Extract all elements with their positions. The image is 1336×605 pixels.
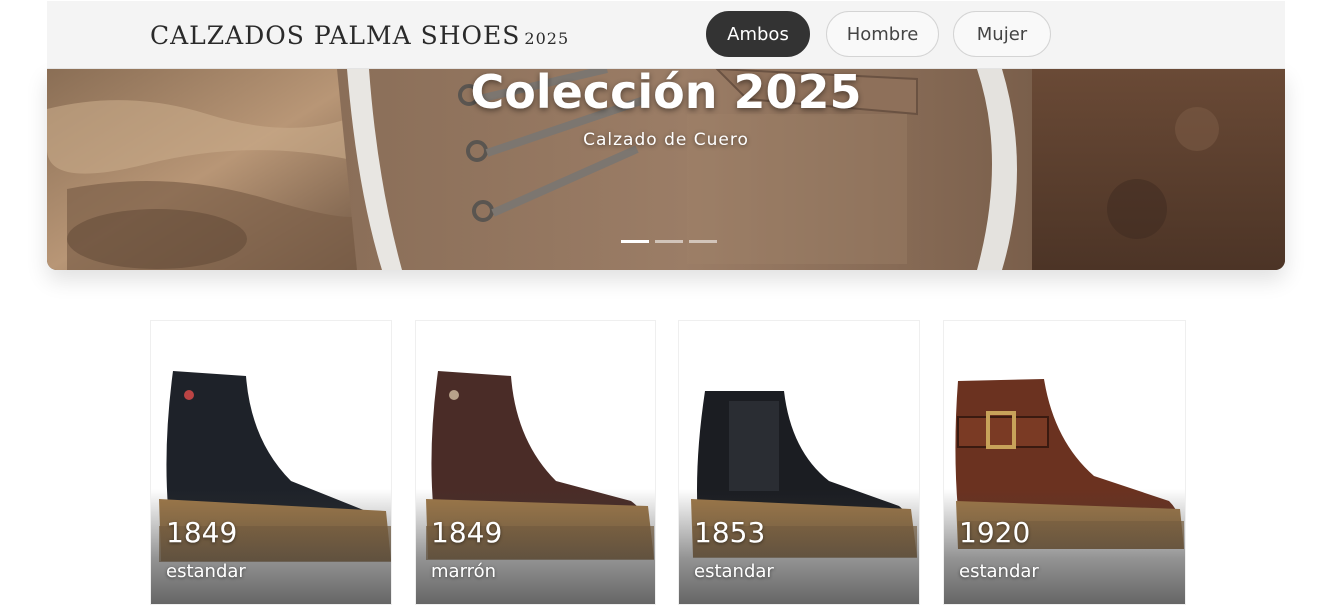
carousel-dot-1[interactable] <box>621 240 649 243</box>
product-color: estandar <box>959 561 1039 582</box>
product-color: estandar <box>166 561 246 582</box>
product-code: 1853 <box>694 516 766 549</box>
carousel-dot-3[interactable] <box>689 240 717 243</box>
filter-ambos-label: Ambos <box>727 23 789 45</box>
filter-mujer-label: Mujer <box>976 23 1028 45</box>
product-card[interactable]: 1853 estandar <box>678 320 920 605</box>
filter-ambos-button[interactable]: Ambos <box>706 11 810 57</box>
product-code: 1849 <box>166 516 238 549</box>
product-code: 1849 <box>431 516 503 549</box>
brand-name: CALZADOS PALMA SHOES <box>150 21 521 50</box>
site-header: CALZADOS PALMA SHOES 2025 Ambos Hombre Mu… <box>47 1 1285 69</box>
product-card[interactable]: 1849 estandar <box>150 320 392 605</box>
brand-logo[interactable]: CALZADOS PALMA SHOES 2025 <box>150 21 569 50</box>
filter-hombre-button[interactable]: Hombre <box>826 11 939 57</box>
product-card[interactable]: 1849 marrón <box>415 320 656 605</box>
hero-title: Colección 2025 <box>470 69 862 119</box>
filter-hombre-label: Hombre <box>846 23 919 45</box>
product-color: marrón <box>431 561 497 582</box>
hero-subtitle: Calzado de Cuero <box>583 130 749 150</box>
hero-carousel[interactable]: Colección 2025 Calzado de Cuero <box>47 69 1285 270</box>
product-card[interactable]: 1920 estandar <box>943 320 1186 605</box>
product-code: 1920 <box>959 516 1031 549</box>
product-color: estandar <box>694 561 774 582</box>
carousel-dot-2[interactable] <box>655 240 683 243</box>
brand-year: 2025 <box>524 29 570 48</box>
filter-mujer-button[interactable]: Mujer <box>953 11 1051 57</box>
carousel-indicators <box>621 240 717 243</box>
